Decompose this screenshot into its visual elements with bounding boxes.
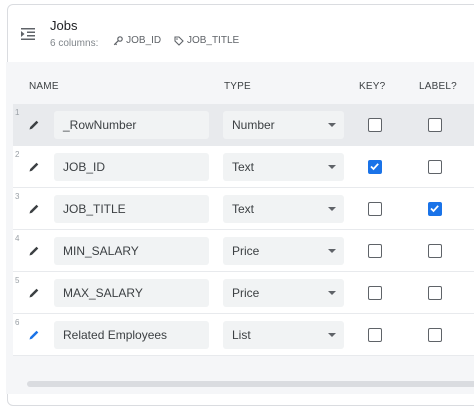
column-row: 6 Related Employees List [13,314,474,356]
label-checkbox[interactable] [428,244,442,258]
column-name-input[interactable]: JOB_ID [54,153,209,181]
pencil-icon[interactable] [28,118,40,130]
tag-icon [174,35,184,46]
row-number: 6 [15,318,20,327]
row-number: 1 [15,108,20,117]
horizontal-scrollbar[interactable] [27,381,474,387]
column-name-input[interactable]: _RowNumber [54,111,209,139]
column-type-value: Text [232,160,255,174]
key-checkbox[interactable] [368,328,382,342]
column-header-key: KEY? [359,81,386,92]
pencil-icon[interactable] [28,328,40,340]
collapse-menu-icon[interactable] [20,26,36,42]
label-column-name: JOB_TITLE [186,35,240,46]
chevron-down-icon [328,291,336,295]
column-type-select[interactable]: Text [223,195,344,223]
row-number: 5 [15,276,20,285]
key-checkbox[interactable] [368,118,382,132]
column-row: 2 JOB_ID Text [13,146,474,188]
column-header-label: LABEL? [419,81,457,92]
column-name-input[interactable]: Related Employees [54,321,209,349]
row-number: 4 [15,234,20,243]
row-number: 2 [15,150,20,159]
pencil-icon[interactable] [28,160,40,172]
key-column-tag: JOB_ID [113,35,161,46]
column-row: 4 MIN_SALARY Price [13,230,474,272]
table-subtitle: 6 columns: JOB_ID JOB_TITLE [50,35,249,49]
column-row: 3 JOB_TITLE Text [13,188,474,230]
key-icon [113,35,123,45]
column-type-value: Number [232,118,275,132]
column-type-select[interactable]: List [223,321,344,349]
key-checkbox[interactable] [368,160,382,174]
chevron-down-icon [328,333,336,337]
label-checkbox[interactable] [428,118,442,132]
key-checkbox[interactable] [368,286,382,300]
label-column-tag: JOB_TITLE [174,35,239,46]
pencil-icon[interactable] [28,202,40,214]
label-checkbox[interactable] [428,202,442,216]
column-name-input[interactable]: MIN_SALARY [54,237,209,265]
chevron-down-icon [328,165,336,169]
column-type-value: Price [232,244,260,258]
columns-count: 6 columns: [50,37,99,49]
table-title: Jobs [50,18,78,33]
column-type-value: Text [232,202,255,216]
row-number: 3 [15,192,20,201]
column-name-input[interactable]: JOB_TITLE [54,195,209,223]
label-checkbox[interactable] [428,286,442,300]
chevron-down-icon [328,249,336,253]
pencil-icon[interactable] [28,286,40,298]
key-checkbox[interactable] [368,244,382,258]
key-column-name: JOB_ID [126,35,162,46]
column-type-select[interactable]: Price [223,279,344,307]
column-header-name: NAME [29,81,59,92]
column-type-select[interactable]: Number [223,111,344,139]
column-name-input[interactable]: MAX_SALARY [54,279,209,307]
label-checkbox[interactable] [428,160,442,174]
chevron-down-icon [328,207,336,211]
table-header: Jobs 6 columns: JOB_ID JOB_TITLE [8,5,474,65]
column-row: 1 _RowNumber Number [13,104,474,146]
column-row: 5 MAX_SALARY Price [13,272,474,314]
column-type-value: Price [232,286,260,300]
label-checkbox[interactable] [428,328,442,342]
column-header-type: TYPE [224,81,251,92]
chevron-down-icon [328,123,336,127]
key-checkbox[interactable] [368,202,382,216]
columns-list: 1 _RowNumber Number 2 JOB_ID Text 3 JOB_… [13,104,474,356]
column-type-select[interactable]: Text [223,153,344,181]
column-type-value: List [232,328,251,342]
pencil-icon[interactable] [28,244,40,256]
column-type-select[interactable]: Price [223,237,344,265]
